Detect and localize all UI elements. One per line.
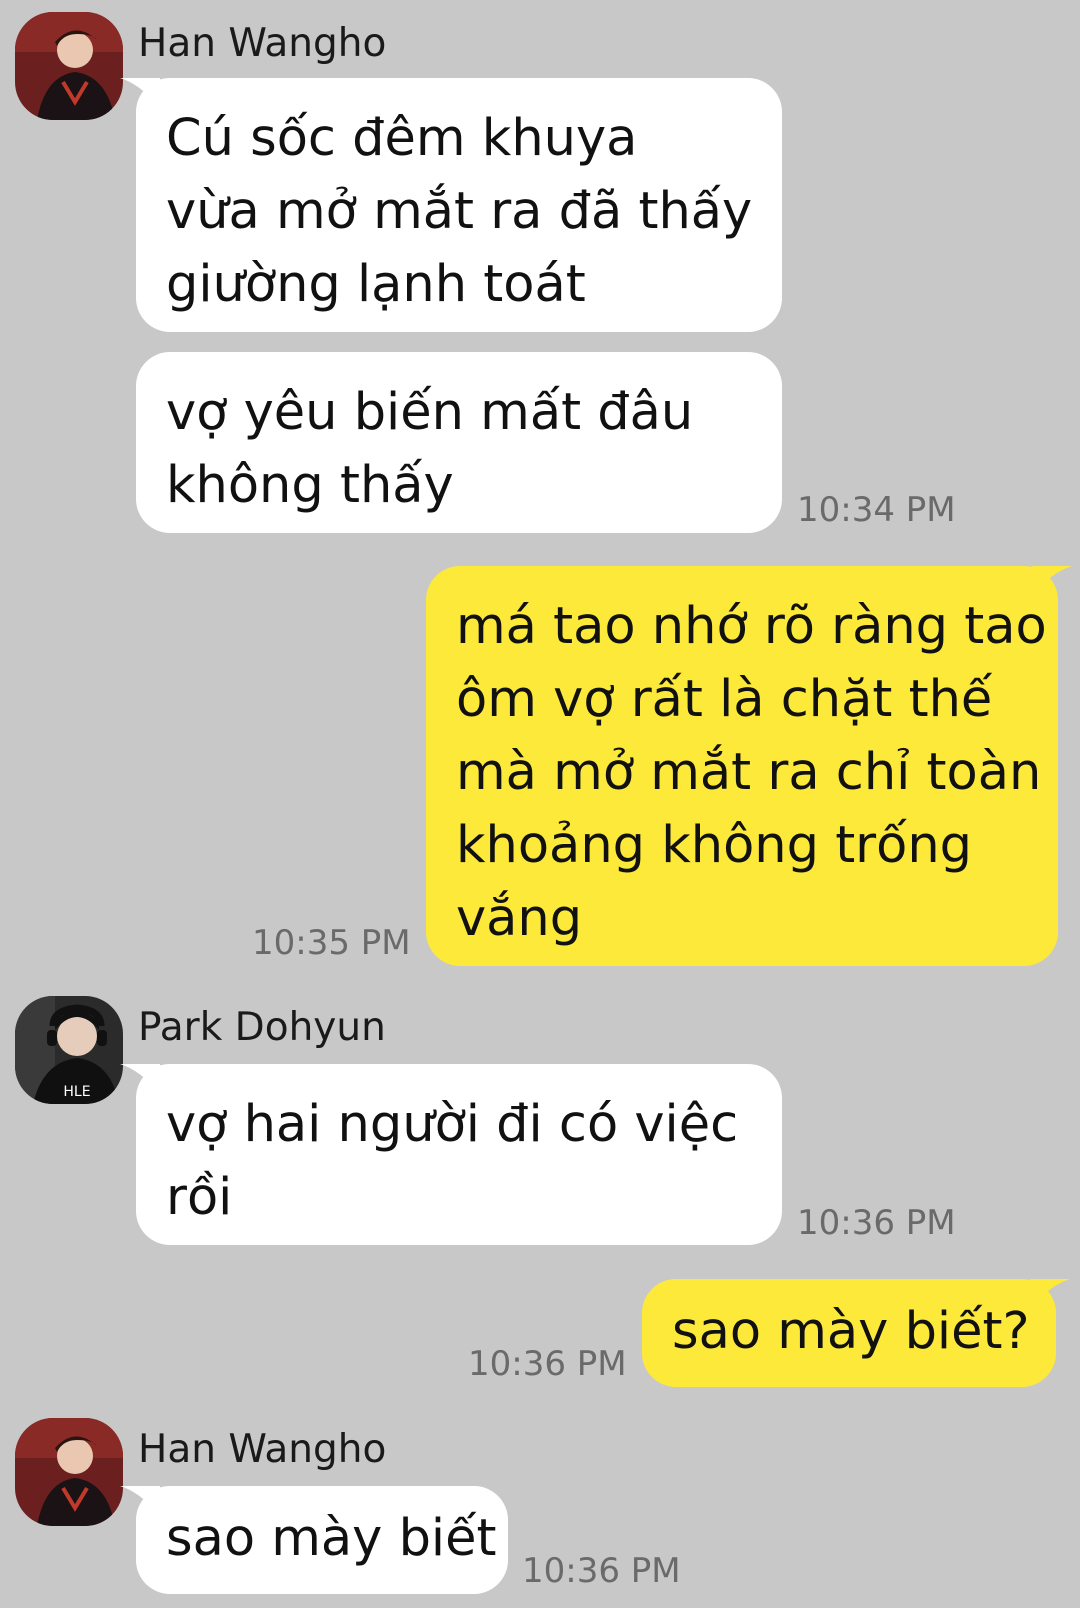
message-bubble[interactable]: má tao nhớ rõ ràng tao ôm vợ rất là chặt… — [426, 566, 1072, 966]
message-text-line: rồi — [166, 1168, 233, 1227]
message-text-line: vợ yêu biến mất đâu — [166, 383, 694, 442]
message-text-line: ôm vợ rất là chặt thế — [456, 670, 993, 729]
sender-name: Park Dohyun — [138, 1005, 386, 1050]
message-bubble[interactable]: vợ hai người đi có việc rồi — [120, 1064, 782, 1245]
message-timestamp: 10:36 PM — [797, 1203, 956, 1243]
message-bubble[interactable]: vợ yêu biến mất đâu không thấy — [136, 352, 782, 533]
avatar-park-dohyun[interactable]: HLE — [15, 996, 123, 1104]
message-text-line: sao mày biết? — [672, 1302, 1030, 1361]
sender-name: Han Wangho — [138, 21, 387, 66]
message-timestamp: 10:36 PM — [522, 1551, 681, 1591]
message-text-line: mà mở mắt ra chỉ toàn — [456, 743, 1042, 802]
message-text-line: vợ hai người đi có việc — [166, 1095, 739, 1154]
message-bubble[interactable]: sao mày biết? — [642, 1279, 1070, 1387]
bubble-tail-icon — [120, 1486, 160, 1516]
message-text-line: Cú sốc đêm khuya — [166, 109, 638, 168]
message-text-line: sao mày biết — [166, 1509, 497, 1568]
svg-text:HLE: HLE — [63, 1084, 90, 1100]
profile-photo-icon: HLE — [15, 996, 123, 1104]
bubble-tail-icon — [1032, 566, 1072, 596]
message-bubble[interactable]: Cú sốc đêm khuya vừa mở mắt ra đã thấy g… — [120, 78, 782, 332]
bubble-tail-icon — [1030, 1279, 1070, 1309]
sender-name: Han Wangho — [138, 1427, 387, 1472]
message-text-line: giường lạnh toát — [166, 255, 586, 314]
message-timestamp: 10:36 PM — [468, 1344, 627, 1384]
bubble-tail-icon — [120, 78, 160, 108]
message-timestamp: 10:34 PM — [797, 490, 956, 530]
message-text-line: không thấy — [166, 456, 454, 515]
avatar-han-wangho[interactable] — [15, 12, 123, 120]
profile-photo-icon — [15, 12, 123, 120]
message-text-line: khoảng không trống — [456, 816, 973, 875]
avatar-han-wangho[interactable] — [15, 1418, 123, 1526]
message-bubble[interactable]: sao mày biết — [120, 1486, 508, 1594]
message-text-line: vừa mở mắt ra đã thấy — [166, 182, 753, 241]
profile-photo-icon — [15, 1418, 123, 1526]
message-text-line: vắng — [456, 889, 583, 948]
message-timestamp: 10:35 PM — [252, 923, 411, 963]
message-text-line: má tao nhớ rõ ràng tao — [456, 597, 1047, 656]
bubble-tail-icon — [120, 1064, 160, 1094]
